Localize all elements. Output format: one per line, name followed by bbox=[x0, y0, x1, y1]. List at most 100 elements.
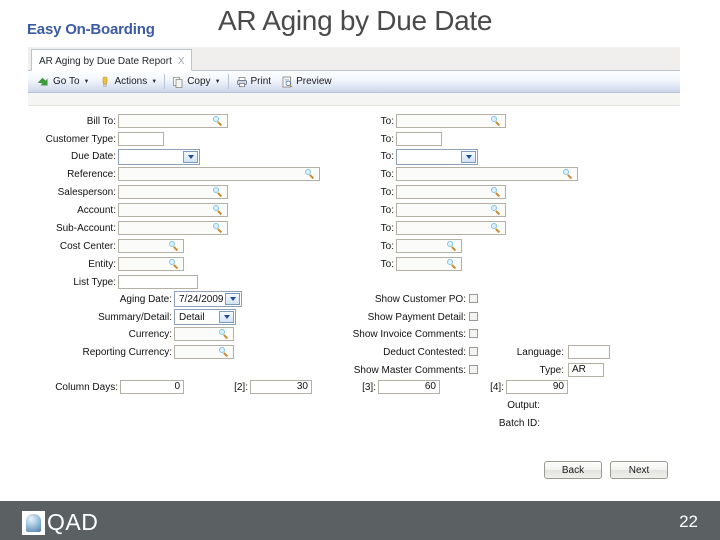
lookup-icon[interactable] bbox=[491, 223, 502, 234]
label-batch-id: Batch ID: bbox=[498, 418, 540, 429]
label-show-payment-detail: Show Payment Detail: bbox=[367, 312, 466, 323]
toolbar-goto-label: Go To bbox=[53, 76, 80, 87]
chevron-down-icon[interactable] bbox=[183, 151, 198, 163]
lookup-icon[interactable] bbox=[213, 187, 224, 198]
field-bill-to[interactable] bbox=[118, 114, 228, 128]
toolbar: Go To ▼ Actions ▼ Copy ▼ Print Preview bbox=[28, 71, 680, 93]
label-account-to: To: bbox=[380, 205, 394, 216]
chevron-down-icon[interactable] bbox=[461, 151, 476, 163]
field-sub-account[interactable] bbox=[118, 221, 228, 235]
field-reporting-currency[interactable] bbox=[174, 345, 234, 359]
field-currency[interactable] bbox=[174, 327, 234, 341]
label-output: Output: bbox=[507, 400, 540, 411]
copy-icon bbox=[172, 76, 184, 88]
toolbar-underline bbox=[28, 93, 680, 106]
field-customer-type-to[interactable] bbox=[396, 132, 442, 146]
label-due-date: Due Date: bbox=[70, 151, 116, 162]
checkbox-show-customer-po[interactable] bbox=[469, 294, 478, 303]
field-due-date[interactable] bbox=[118, 149, 200, 165]
field-account-to[interactable] bbox=[396, 203, 506, 217]
field-language[interactable] bbox=[568, 345, 610, 359]
field-entity-to[interactable] bbox=[396, 257, 462, 271]
value-type: AR bbox=[572, 364, 586, 375]
value-summary-detail: Detail bbox=[179, 312, 205, 323]
lookup-icon[interactable] bbox=[491, 187, 502, 198]
label-bill-to: Bill To: bbox=[86, 116, 116, 127]
value-column-days-1: 0 bbox=[174, 381, 180, 392]
lookup-icon[interactable] bbox=[447, 241, 458, 252]
toolbar-goto-button[interactable]: Go To ▼ bbox=[33, 73, 94, 91]
chevron-down-icon[interactable]: ▼ bbox=[151, 79, 157, 85]
field-column-days-1[interactable]: 0 bbox=[120, 380, 184, 394]
toolbar-preview-button[interactable]: Preview bbox=[276, 73, 337, 91]
next-button[interactable]: Next bbox=[610, 461, 668, 479]
field-cost-center[interactable] bbox=[118, 239, 184, 253]
label-entity-to: To: bbox=[380, 259, 394, 270]
lookup-icon[interactable] bbox=[169, 241, 180, 252]
slide-header: Easy On-Boarding AR Aging by Due Date bbox=[0, 0, 720, 48]
field-entity[interactable] bbox=[118, 257, 184, 271]
qad-logo: QAD bbox=[22, 509, 98, 536]
label-cost-center-to: To: bbox=[380, 241, 394, 252]
lookup-icon[interactable] bbox=[447, 259, 458, 270]
field-list-type[interactable] bbox=[118, 275, 198, 289]
field-reference[interactable] bbox=[118, 167, 320, 181]
page-title: AR Aging by Due Date bbox=[218, 5, 493, 36]
toolbar-copy-button[interactable]: Copy ▼ bbox=[167, 73, 225, 91]
field-summary-detail[interactable]: Detail bbox=[174, 309, 236, 325]
go-to-icon bbox=[37, 76, 50, 88]
lookup-icon[interactable] bbox=[305, 169, 316, 180]
checkbox-show-payment-detail[interactable] bbox=[469, 312, 478, 321]
field-customer-type[interactable] bbox=[118, 132, 164, 146]
lookup-icon[interactable] bbox=[491, 116, 502, 127]
field-due-date-to[interactable] bbox=[396, 149, 478, 165]
field-salesperson-to[interactable] bbox=[396, 185, 506, 199]
field-bill-to-to[interactable] bbox=[396, 114, 506, 128]
qad-mark-icon bbox=[22, 510, 45, 535]
lookup-icon[interactable] bbox=[219, 329, 230, 340]
back-button[interactable]: Back bbox=[544, 461, 602, 479]
lookup-icon[interactable] bbox=[491, 205, 502, 216]
lookup-icon[interactable] bbox=[213, 116, 224, 127]
qad-wordmark: QAD bbox=[47, 509, 99, 535]
chevron-down-icon[interactable]: ▼ bbox=[215, 79, 221, 85]
label-show-customer-po: Show Customer PO: bbox=[374, 294, 466, 305]
application-window: AR Aging by Due Date Report X Go To ▼ Ac… bbox=[28, 47, 680, 485]
label-reporting-currency: Reporting Currency: bbox=[82, 347, 172, 358]
close-icon[interactable]: X bbox=[178, 56, 185, 67]
label-column-days-3: [3]: bbox=[362, 382, 376, 393]
checkbox-deduct-contested[interactable] bbox=[469, 347, 478, 356]
label-due-date-to: To: bbox=[380, 151, 394, 162]
lookup-icon[interactable] bbox=[169, 259, 180, 270]
lookup-icon[interactable] bbox=[213, 223, 224, 234]
field-column-days-4[interactable]: 90 bbox=[506, 380, 568, 394]
value-aging-date: 7/24/2009 bbox=[179, 294, 224, 305]
lookup-icon[interactable] bbox=[563, 169, 574, 180]
lookup-icon[interactable] bbox=[219, 347, 230, 358]
label-account: Account: bbox=[77, 205, 116, 216]
tab-ar-aging-report[interactable]: AR Aging by Due Date Report X bbox=[31, 49, 192, 71]
field-account[interactable] bbox=[118, 203, 228, 217]
field-aging-date[interactable]: 7/24/2009 bbox=[174, 291, 242, 307]
field-column-days-2[interactable]: 30 bbox=[250, 380, 312, 394]
field-salesperson[interactable] bbox=[118, 185, 228, 199]
field-cost-center-to[interactable] bbox=[396, 239, 462, 253]
checkbox-show-master-comments[interactable] bbox=[469, 365, 478, 374]
chevron-down-icon[interactable] bbox=[219, 311, 234, 323]
toolbar-actions-label: Actions bbox=[114, 76, 148, 87]
chevron-down-icon[interactable]: ▼ bbox=[84, 79, 90, 85]
field-column-days-3[interactable]: 60 bbox=[378, 380, 440, 394]
checkbox-show-invoice-comments[interactable] bbox=[469, 329, 478, 338]
toolbar-print-button[interactable]: Print bbox=[231, 73, 277, 91]
toolbar-copy-label: Copy bbox=[187, 76, 211, 87]
label-deduct-contested: Deduct Contested: bbox=[383, 347, 466, 358]
field-type[interactable]: AR bbox=[568, 363, 604, 377]
toolbar-actions-button[interactable]: Actions ▼ bbox=[94, 73, 162, 91]
label-aging-date: Aging Date: bbox=[119, 294, 172, 305]
lookup-icon[interactable] bbox=[213, 205, 224, 216]
label-currency: Currency: bbox=[128, 329, 172, 340]
label-column-days-4: [4]: bbox=[490, 382, 504, 393]
field-sub-account-to[interactable] bbox=[396, 221, 506, 235]
field-reference-to[interactable] bbox=[396, 167, 578, 181]
chevron-down-icon[interactable] bbox=[225, 293, 240, 305]
